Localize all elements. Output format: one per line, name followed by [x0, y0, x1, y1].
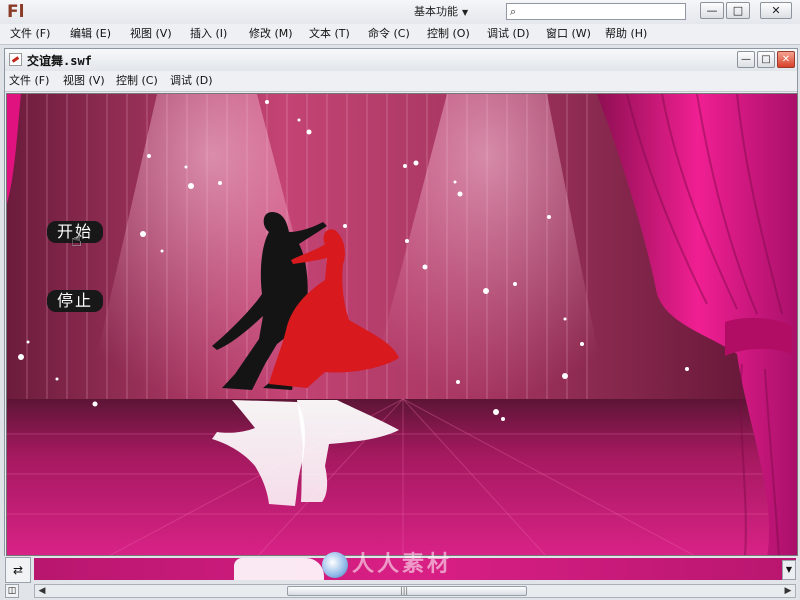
swf-file-icon: [9, 53, 22, 66]
chevron-down-icon: ▼: [785, 565, 793, 574]
minimize-icon: —: [706, 4, 718, 17]
menu-control[interactable]: 控制 (O): [427, 26, 470, 42]
menu-file[interactable]: 文件 (F): [10, 26, 50, 42]
minimize-button[interactable]: —: [700, 2, 724, 19]
menu-text[interactable]: 文本 (T): [309, 26, 350, 42]
scroll-left-icon[interactable]: ◀: [35, 585, 49, 597]
maximize-button[interactable]: □: [726, 2, 750, 19]
swap-icon[interactable]: ⇄: [5, 557, 31, 583]
menu-debug[interactable]: 调试 (D): [487, 26, 530, 42]
watermark: 人人素材: [322, 546, 452, 578]
flash-logo: Fl: [7, 2, 25, 22]
scroll-thumb[interactable]: |||: [287, 586, 527, 596]
scroll-right-icon[interactable]: ▶: [781, 585, 795, 597]
chevron-down-icon: ▼: [462, 8, 469, 17]
document-title-bar: 交谊舞.swf — □ ✕: [5, 49, 797, 71]
watermark-logo-icon: [322, 552, 348, 578]
search-input[interactable]: [525, 5, 680, 18]
menu-help[interactable]: 帮助 (H): [605, 26, 647, 42]
doc-maximize-button[interactable]: □: [757, 51, 775, 68]
document-menu-bar: 文件 (F) 视图 (V) 控制 (C) 调试 (D): [5, 71, 797, 92]
doc-menu-file[interactable]: 文件 (F): [9, 73, 49, 89]
hand-cursor-icon: ☝: [71, 230, 82, 251]
workspace-switcher[interactable]: 基本功能 ▼: [414, 2, 494, 21]
doc-menu-view[interactable]: 视图 (V): [63, 73, 105, 89]
grip-icon: |||: [400, 586, 409, 595]
vertical-scroll-down[interactable]: ▼: [782, 560, 796, 580]
stop-button[interactable]: 停止: [47, 290, 104, 312]
search-icon: ⌕: [510, 5, 517, 18]
workspace-label: 基本功能: [414, 5, 458, 18]
menu-insert[interactable]: 插入 (I): [190, 26, 227, 42]
doc-menu-debug[interactable]: 调试 (D): [170, 73, 213, 89]
main-menu-bar: 文件 (F) 编辑 (E) 视图 (V) 插入 (I) 修改 (M) 文本 (T…: [0, 24, 800, 45]
close-icon: ✕: [771, 4, 781, 17]
menu-window[interactable]: 窗口 (W): [546, 26, 591, 42]
app-title-bar: Fl 基本功能 ▼ ⌕ — □ ✕: [0, 0, 800, 25]
search-box[interactable]: ⌕: [506, 3, 686, 20]
lock-icon[interactable]: ◫: [5, 584, 19, 598]
menu-view[interactable]: 视图 (V): [130, 26, 172, 42]
maximize-icon: □: [732, 4, 744, 17]
document-title: 交谊舞.swf: [27, 54, 92, 68]
menu-edit[interactable]: 编辑 (E): [70, 26, 111, 42]
stage-scene: [7, 94, 797, 555]
reflection-fragment: [234, 558, 324, 580]
maximize-icon: □: [761, 54, 771, 65]
close-icon: ✕: [781, 54, 791, 65]
watermark-text: 人人素材: [352, 552, 453, 577]
doc-minimize-button[interactable]: —: [737, 51, 755, 68]
menu-commands[interactable]: 命令 (C): [368, 26, 410, 42]
menu-modify[interactable]: 修改 (M): [249, 26, 293, 42]
close-button[interactable]: ✕: [760, 2, 792, 19]
doc-close-button[interactable]: ✕: [777, 51, 795, 68]
minimize-icon: —: [741, 54, 751, 65]
swf-stage[interactable]: 开始 停止 ☝: [6, 93, 798, 556]
horizontal-scrollbar[interactable]: ◀ ||| ▶: [34, 584, 796, 598]
doc-menu-control[interactable]: 控制 (C): [116, 73, 158, 89]
